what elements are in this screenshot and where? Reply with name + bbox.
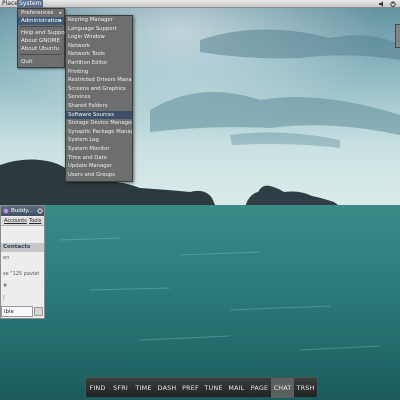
menu-item-software-sources[interactable]: Software Sources <box>66 110 132 120</box>
menu-item-update-manager[interactable]: Update Manager <box>66 162 132 171</box>
menu-item-help-and-support[interactable]: Help and Support <box>18 29 69 37</box>
menu-item-administration[interactable]: Administration ▸ <box>18 17 64 25</box>
buddy-menubar: Accounts Tools <box>1 217 44 226</box>
menu-item-label: Administration <box>21 18 62 24</box>
menu-item-screens-and-graphics[interactable]: Screens and Graphics <box>66 85 132 94</box>
top-panel: Places System <box>0 0 400 8</box>
list-item[interactable]: se "125 paviet <box>3 271 39 277</box>
menu-item-services[interactable]: Services <box>66 93 132 102</box>
submenu-arrow-icon: ▸ <box>59 18 62 24</box>
menu-item-label: Preferences <box>21 10 54 16</box>
window-titlebar[interactable]: Buddy... <box>1 206 44 216</box>
status-selector[interactable]: ible <box>1 306 33 317</box>
list-item[interactable]: / <box>3 295 5 301</box>
menu-item-system-log[interactable]: System Log <box>66 136 132 145</box>
dock-item-pref[interactable]: PREF <box>179 378 202 398</box>
menu-item-about-ubuntu[interactable]: About Ubuntu <box>18 45 64 53</box>
dock-item-dash[interactable]: DASH <box>155 378 179 398</box>
menu-item-restricted-drivers-manager[interactable]: Restricted Drivers Manager <box>66 76 132 85</box>
menu-item-login-window[interactable]: Login Window <box>66 33 132 42</box>
menu-item-network-tools[interactable]: Network Tools <box>66 50 132 59</box>
list-item[interactable]: # <box>3 283 7 289</box>
system-menu-button[interactable]: System <box>17 0 44 8</box>
dock-item-mail[interactable]: MAIL <box>225 378 248 398</box>
dock-item-chat[interactable]: CHAT <box>271 378 294 398</box>
submenu-arrow-icon: ▸ <box>59 10 62 16</box>
close-icon[interactable] <box>37 208 43 214</box>
menu-item-network[interactable]: Network <box>66 42 132 51</box>
system-menu: Preferences ▸ Administration ▸ Help and … <box>17 8 69 68</box>
menu-item-quit[interactable]: Quit <box>18 58 64 66</box>
contacts-group-header[interactable]: Contacts <box>1 243 44 252</box>
menu-item-synaptic-package-manager[interactable]: Synaptic Package Manager <box>66 128 132 137</box>
power-icon[interactable] <box>390 1 396 7</box>
status-options-button[interactable] <box>34 307 43 316</box>
dock-item-trsh[interactable]: TRSH <box>294 378 317 398</box>
menu-item-partition-editor[interactable]: Partition Editor <box>66 59 132 68</box>
menu-accounts[interactable]: Accounts <box>4 217 27 226</box>
window-title: Buddy... <box>11 208 33 214</box>
menu-item-printing[interactable]: Printing <box>66 68 132 77</box>
menu-item-users-and-groups[interactable]: Users and Groups <box>66 171 132 180</box>
menu-item-preferences[interactable]: Preferences ▸ <box>18 9 64 17</box>
menu-item-language-support[interactable]: Language Support <box>66 25 132 34</box>
menu-item-storage-device-manager[interactable]: Storage Device Manager <box>66 119 132 128</box>
menu-separator <box>20 26 62 27</box>
administration-submenu: Keyring Manager Language Support Login W… <box>65 15 133 182</box>
menu-tools[interactable]: Tools <box>29 217 41 226</box>
buddy-list-window: Buddy... Accounts Tools Contacts en se "… <box>0 205 45 319</box>
menu-item-keyring-manager[interactable]: Keyring Manager <box>66 16 132 25</box>
volume-icon[interactable] <box>379 1 385 7</box>
menu-item-shared-folders[interactable]: Shared Folders <box>66 102 132 111</box>
pidgin-icon <box>3 208 9 214</box>
menu-item-time-and-date[interactable]: Time and Date <box>66 154 132 163</box>
dock-item-find[interactable]: FIND <box>86 378 109 398</box>
dock: FIND SFRI TIME DASH PREF TUNE MAIL PAGE … <box>85 377 318 398</box>
dock-item-time[interactable]: TIME <box>132 378 155 398</box>
menu-separator <box>20 54 62 55</box>
edge-widget-tab[interactable] <box>395 24 400 48</box>
dock-item-tune[interactable]: TUNE <box>202 378 225 398</box>
list-item[interactable]: en <box>3 255 9 261</box>
menu-item-about-gnome[interactable]: About GNOME <box>18 37 64 45</box>
dock-item-sfri[interactable]: SFRI <box>109 378 132 398</box>
menu-item-system-monitor[interactable]: System Monitor <box>66 145 132 154</box>
dock-item-page[interactable]: PAGE <box>248 378 271 398</box>
